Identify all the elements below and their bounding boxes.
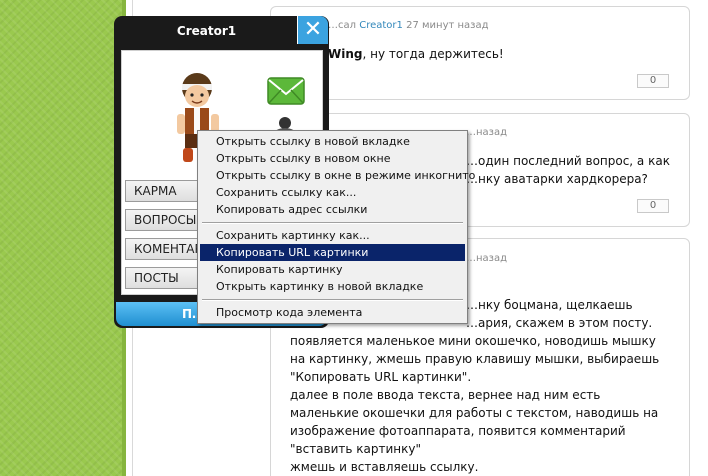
- vote-counter[interactable]: 0: [637, 74, 669, 88]
- comment-line: появляется маленькое мини окошечко, ново…: [290, 334, 656, 348]
- vote-counter[interactable]: 0: [637, 199, 669, 213]
- menu-item-copy-link-address[interactable]: Копировать адрес ссылки: [200, 201, 465, 218]
- comment-text-bold: Wing: [328, 47, 363, 61]
- comment-line: "Копировать URL картинки".: [290, 370, 472, 384]
- close-button[interactable]: ✕: [297, 16, 328, 44]
- comment-text: …один последний вопрос, а как …нку авата…: [466, 152, 670, 188]
- karma-button[interactable]: КАРМА: [125, 180, 203, 202]
- comment-time: 27 минут назад: [406, 20, 489, 31]
- comment-line: …нку аватарки хардкорера?: [466, 172, 648, 186]
- left-decorative-strip: [0, 0, 126, 476]
- comments-button[interactable]: КОМЕНТАРИИ: [125, 238, 203, 260]
- comment-line: далее в поле ввода текста, вернее над ни…: [290, 388, 601, 402]
- comment-text: Wing, ну тогда держитесь!: [328, 45, 504, 63]
- comment-author-link[interactable]: Creator1: [359, 20, 403, 31]
- menu-item-save-link-as[interactable]: Сохранить ссылку как...: [200, 184, 465, 201]
- menu-item-open-link-incognito[interactable]: Открыть ссылку в окне в режиме инкогнито: [200, 167, 475, 184]
- popup-title: Creator1: [176, 24, 237, 38]
- context-menu: Открыть ссылку в новой вкладке Открыть с…: [197, 130, 475, 324]
- posts-button[interactable]: ПОСТЫ: [125, 267, 203, 289]
- comment-line: маленькие окошечки для работы с текстом,…: [290, 406, 659, 420]
- menu-item-open-link-new-window[interactable]: Открыть ссылку в новом окне: [200, 150, 465, 167]
- comment-line: …один последний вопрос, а как: [466, 154, 670, 168]
- comment-meta: …назад: [466, 127, 508, 138]
- comment-line: жмешь и вставляешь ссылку.: [290, 460, 479, 474]
- menu-separator: [202, 222, 463, 224]
- comment-meta: …назад: [466, 253, 508, 264]
- questions-button[interactable]: ВОПРОСЫ: [125, 209, 203, 231]
- menu-item-open-image-new-tab[interactable]: Открыть картинку в новой вкладке: [200, 278, 465, 295]
- comment-line: "вставить картинку": [290, 442, 422, 456]
- menu-item-inspect-element[interactable]: Просмотр кода элемента: [200, 304, 465, 321]
- comment-meta-prefix: …сал: [328, 20, 357, 31]
- comment-meta: …сал Creator1 27 минут назад: [328, 20, 489, 31]
- mail-envelope-icon[interactable]: [266, 70, 306, 110]
- comment-line: на картинку, жмешь правую клавишу мышки,…: [290, 352, 660, 366]
- menu-item-copy-image[interactable]: Копировать картинку: [200, 261, 465, 278]
- menu-item-save-image-as[interactable]: Сохранить картинку как...: [200, 227, 465, 244]
- close-icon: ✕: [303, 17, 323, 42]
- menu-item-copy-image-url[interactable]: Копировать URL картинки: [200, 244, 465, 261]
- comment-text-rest: , ну тогда держитесь!: [362, 47, 504, 61]
- menu-item-open-link-new-tab[interactable]: Открыть ссылку в новой вкладке: [200, 133, 465, 150]
- menu-separator: [202, 299, 463, 301]
- comment-line: изображение фотоаппарата, появится комме…: [290, 424, 626, 438]
